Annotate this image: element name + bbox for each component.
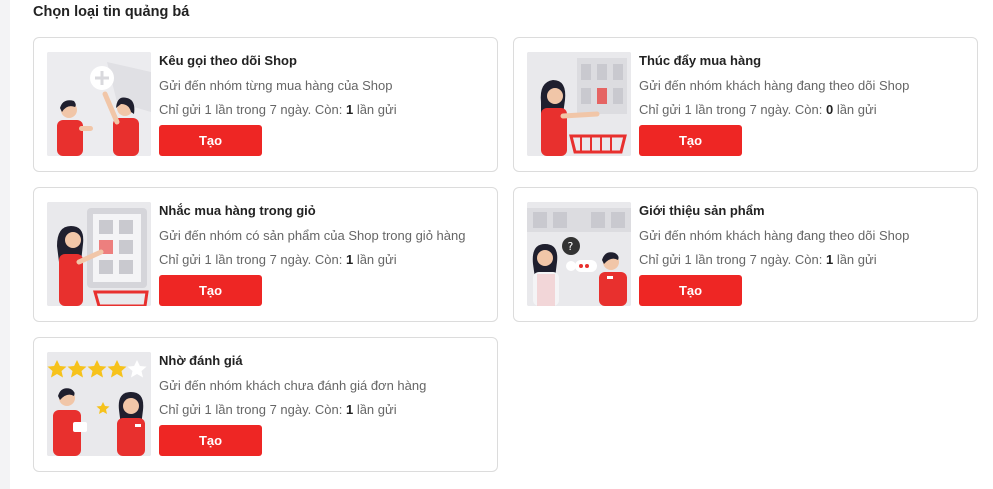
card-body: Thúc đẩy mua hàng Gửi đến nhóm khách hàn… bbox=[639, 52, 967, 156]
quota-suffix: lần gửi bbox=[353, 402, 397, 417]
create-button[interactable]: Tạo bbox=[159, 125, 262, 156]
create-button[interactable]: Tạo bbox=[639, 275, 742, 306]
quota-prefix: Chỉ gửi 1 lần trong 7 ngày. Còn: bbox=[639, 102, 826, 117]
create-button[interactable]: Tạo bbox=[159, 425, 262, 456]
quota-suffix: lần gửi bbox=[833, 102, 877, 117]
follow-shop-illustration bbox=[47, 52, 151, 156]
create-button[interactable]: Tạo bbox=[639, 125, 742, 156]
card-title: Kêu gọi theo dõi Shop bbox=[159, 53, 297, 68]
product-intro-illustration: ? bbox=[527, 202, 631, 306]
promo-card-review-request: Nhờ đánh giá Gửi đến nhóm khách chưa đán… bbox=[33, 337, 498, 472]
card-title: Giới thiệu sản phẩm bbox=[639, 203, 765, 218]
card-quota: Chỉ gửi 1 lần trong 7 ngày. Còn: 0 lần g… bbox=[639, 101, 967, 118]
card-title: Thúc đẩy mua hàng bbox=[639, 53, 762, 68]
card-body: Nhờ đánh giá Gửi đến nhóm khách chưa đán… bbox=[159, 352, 487, 456]
promo-card-product-intro: ? Giới thiệu sản phẩm Gửi đến nhóm khách… bbox=[513, 187, 978, 322]
card-description: Gửi đến nhóm có sản phẩm của Shop trong … bbox=[159, 228, 466, 243]
card-quota: Chỉ gửi 1 lần trong 7 ngày. Còn: 1 lần g… bbox=[639, 251, 967, 268]
quota-prefix: Chỉ gửi 1 lần trong 7 ngày. Còn: bbox=[159, 402, 346, 417]
svg-text:?: ? bbox=[568, 240, 574, 253]
promo-card-boost-purchase: Thúc đẩy mua hàng Gửi đến nhóm khách hàn… bbox=[513, 37, 978, 172]
card-description: Gửi đến nhóm khách hàng đang theo dõi Sh… bbox=[639, 78, 910, 93]
section-title: Chọn loại tin quảng bá bbox=[33, 4, 190, 20]
quota-suffix: lần gửi bbox=[353, 252, 397, 267]
create-button[interactable]: Tạo bbox=[159, 275, 262, 306]
card-description: Gửi đến nhóm khách chưa đánh giá đơn hàn… bbox=[159, 378, 427, 393]
card-body: Kêu gọi theo dõi Shop Gửi đến nhóm từng … bbox=[159, 52, 487, 156]
shopping-cart-illustration bbox=[527, 52, 631, 156]
promotion-type-panel: Chọn loại tin quảng bá Kêu gọi theo dõi … bbox=[10, 0, 993, 489]
quota-suffix: lần gửi bbox=[353, 102, 397, 117]
card-quota: Chỉ gửi 1 lần trong 7 ngày. Còn: 1 lần g… bbox=[159, 401, 487, 418]
card-title: Nhờ đánh giá bbox=[159, 353, 243, 368]
promo-card-follow-shop: Kêu gọi theo dõi Shop Gửi đến nhóm từng … bbox=[33, 37, 498, 172]
quota-prefix: Chỉ gửi 1 lần trong 7 ngày. Còn: bbox=[639, 252, 826, 267]
cart-reminder-illustration bbox=[47, 202, 151, 306]
card-description: Gửi đến nhóm từng mua hàng của Shop bbox=[159, 78, 393, 93]
card-quota: Chỉ gửi 1 lần trong 7 ngày. Còn: 1 lần g… bbox=[159, 101, 487, 118]
quota-prefix: Chỉ gửi 1 lần trong 7 ngày. Còn: bbox=[159, 252, 346, 267]
promo-card-cart-reminder: Nhắc mua hàng trong giỏ Gửi đến nhóm có … bbox=[33, 187, 498, 322]
card-description: Gửi đến nhóm khách hàng đang theo dõi Sh… bbox=[639, 228, 910, 243]
quota-prefix: Chỉ gửi 1 lần trong 7 ngày. Còn: bbox=[159, 102, 346, 117]
card-body: Nhắc mua hàng trong giỏ Gửi đến nhóm có … bbox=[159, 202, 487, 306]
card-quota: Chỉ gửi 1 lần trong 7 ngày. Còn: 1 lần g… bbox=[159, 251, 487, 268]
card-body: Giới thiệu sản phẩm Gửi đến nhóm khách h… bbox=[639, 202, 967, 306]
quota-suffix: lần gửi bbox=[833, 252, 877, 267]
review-request-illustration bbox=[47, 352, 151, 456]
card-title: Nhắc mua hàng trong giỏ bbox=[159, 203, 316, 218]
